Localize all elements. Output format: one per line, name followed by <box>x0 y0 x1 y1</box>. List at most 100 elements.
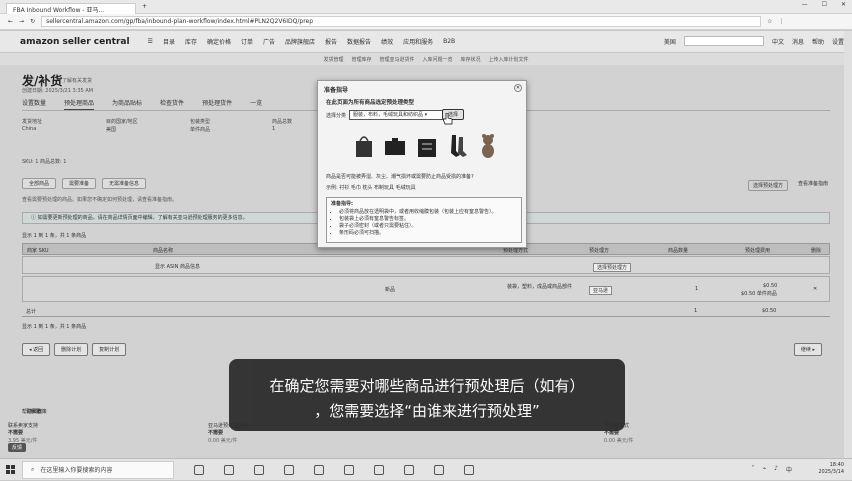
edge-icon[interactable] <box>224 464 234 475</box>
chevron-up-icon[interactable]: ˄ <box>752 465 755 474</box>
col-sku[interactable]: 商家 SKU <box>27 247 49 254</box>
subnav-amazon-shipments[interactable]: 管理亚马逊货件 <box>379 56 414 63</box>
nav-item-apps[interactable]: 应用和服务 <box>403 37 433 46</box>
asin-link[interactable]: 显示 ASIN 商品信息 <box>155 263 200 270</box>
col-prep-type: 预处理方式 <box>503 248 529 254</box>
menu-icon[interactable]: ⋮ <box>778 18 784 25</box>
row-prep-type: 装袋，塑料，成品或商品部件 <box>507 284 573 290</box>
delete-row-icon[interactable]: ✕ <box>813 286 817 292</box>
tote-bag-icon <box>356 136 372 157</box>
ship-from-value: China <box>22 126 37 132</box>
col-fee: 预处理费用 <box>745 248 771 254</box>
teddy-bear-icon <box>482 134 494 158</box>
clock[interactable]: 18:40 2025/3/14 <box>818 462 844 476</box>
filter-no-prep-info[interactable]: 无需准备信息 <box>102 178 147 189</box>
language-selector[interactable]: 中文 <box>772 37 784 46</box>
nav-item-performance[interactable]: 绩效 <box>381 37 393 46</box>
network-icon[interactable]: ⌁ <box>763 465 767 474</box>
table-row: 显示 ASIN 商品信息 选择预处理方 <box>22 256 830 274</box>
modal-subtitle: 在此页面为所有商品选定预处理类型 <box>326 100 415 106</box>
menu-hamburger-icon[interactable]: ☰ <box>148 38 153 45</box>
total-value: 1 <box>272 126 276 132</box>
row-qty: 1 <box>695 286 699 292</box>
chevron-down-icon: ▾ <box>424 112 428 118</box>
page-scrollbar[interactable] <box>844 31 852 458</box>
row-prep-by-select[interactable]: 亚马逊 <box>589 286 613 295</box>
video-subtitle: 在确定您需要对哪些商品进行预处理后（如有） ，您需要选择“由谁来进行预处理” <box>229 359 625 431</box>
subnav-inbound-problems[interactable]: 入库问题一览 <box>423 56 453 63</box>
forward-icon[interactable]: → <box>19 18 24 25</box>
url-field[interactable]: sellercentral.amazon.com/gp/fba/inbound-… <box>41 16 762 27</box>
footer-link-terms[interactable]: 条款 <box>30 408 40 415</box>
feedback-badge[interactable]: 反馈 <box>8 443 27 452</box>
total-qty: 1 <box>694 308 698 314</box>
nav-item-data-reports[interactable]: 数据报告 <box>347 37 371 46</box>
app-icon[interactable] <box>374 464 384 475</box>
windows-start-icon[interactable] <box>0 459 22 481</box>
filter-all[interactable]: 全部商品 <box>22 178 57 189</box>
delete-plan-button[interactable]: 删除计划 <box>54 343 89 356</box>
choose-prep-owner-button[interactable]: 选择预处理方 <box>747 180 788 191</box>
maximize-icon[interactable]: ☐ <box>822 1 827 8</box>
new-tab-icon[interactable]: + <box>142 3 147 10</box>
store-selector[interactable]: 美国 <box>664 37 676 46</box>
close-icon[interactable]: ✕ <box>841 1 846 8</box>
volume-icon[interactable]: ♪ <box>774 465 778 474</box>
nav-item-orders[interactable]: 订单 <box>241 37 253 46</box>
total-row: 总计 1 $0.50 <box>22 305 830 317</box>
chrome-icon[interactable] <box>344 464 354 475</box>
taskbar-search[interactable]: ⌕ 在这里输入你要搜索的内容 <box>22 460 174 479</box>
nav-item-catalog[interactable]: 目录 <box>163 37 175 46</box>
nav-item-stores[interactable]: 品牌旗舰店 <box>285 37 315 46</box>
nav-item-advertising[interactable]: 广告 <box>263 37 275 46</box>
nav-item-reports[interactable]: 报告 <box>325 37 337 46</box>
total-label: 总计 <box>26 309 37 315</box>
window-controls: — ☐ ✕ <box>802 1 846 8</box>
modal-close-icon[interactable]: ✕ <box>514 84 522 92</box>
messages-link[interactable]: 消息 <box>792 37 804 46</box>
dest-label: 目的国家/地区 <box>106 119 138 125</box>
nav-item-inventory[interactable]: 库存 <box>185 37 197 46</box>
right-actions: 选择预处理方 查看准备指南 <box>747 180 828 191</box>
col-prep-by: 预处理方 <box>589 248 610 254</box>
reload-icon[interactable]: ↻ <box>30 18 35 25</box>
file-explorer-icon[interactable] <box>254 464 264 475</box>
item-count-bottom: 显示 1 到 1 条，共 1 条商品 <box>22 324 87 330</box>
taskbar-search-placeholder: 在这里输入你要搜索的内容 <box>40 467 113 474</box>
ime-icon[interactable]: 中 <box>786 465 792 474</box>
app-icon[interactable] <box>434 464 444 475</box>
col-title[interactable]: 商品名称 <box>153 247 173 254</box>
item-count: 显示 1 到 1 条，共 1 条商品 <box>22 233 87 239</box>
subnav-inventory-health[interactable]: 库存状况 <box>461 56 481 63</box>
prep-guide-link[interactable]: 查看准备指南 <box>798 180 828 191</box>
app-icon[interactable] <box>404 464 414 475</box>
subnav-upload-plan[interactable]: 上传入库计划文件 <box>489 56 529 63</box>
app-icon[interactable] <box>464 464 474 475</box>
settings-link[interactable]: 设置 <box>832 37 844 46</box>
footer-links: 帮助页面 隐私政策 条款 <box>22 408 47 415</box>
nav-item-b2b[interactable]: B2B <box>443 38 455 45</box>
browser-tab[interactable]: FBA Inbound Workflow - 亚马... <box>6 2 136 14</box>
hand-cursor-icon <box>443 113 453 125</box>
continue-button[interactable]: 继续 ▸ <box>793 343 822 356</box>
filter-needs-prep[interactable]: 需要准备 <box>62 178 97 189</box>
subnav-shipments[interactable]: 发货管理 <box>323 56 343 63</box>
amazon-logo[interactable]: amazon seller central <box>20 37 130 47</box>
category-select[interactable]: 服装，布料，毛绒玩具和纺织品 ▾ <box>349 110 457 120</box>
nav-item-pricing[interactable]: 确定价格 <box>207 37 231 46</box>
subnav-manage-inventory[interactable]: 管理库存 <box>351 56 371 63</box>
info-line: 查看需要预处理的商品。如果您不确定如何预处理，请查看准备指南。 <box>22 197 178 203</box>
back-icon[interactable]: ← <box>8 18 13 25</box>
task-view-icon[interactable] <box>194 464 204 475</box>
back-button[interactable]: ◂ 返回 <box>22 343 51 356</box>
copy-plan-button[interactable]: 复制计划 <box>92 343 127 356</box>
star-icon[interactable]: ☆ <box>767 18 772 25</box>
mail-icon[interactable] <box>314 464 324 475</box>
plan-name-link[interactable]: 了解有关发货 <box>62 77 92 84</box>
nav-search-input[interactable] <box>683 36 764 46</box>
prep-owner-select[interactable]: 选择预处理方 <box>593 263 632 272</box>
subtitle-line-2: ，您需要选择“由谁来进行预处理” <box>314 402 540 420</box>
help-link[interactable]: 帮助 <box>812 37 824 46</box>
minimize-icon[interactable]: — <box>802 1 808 8</box>
store-icon[interactable] <box>284 464 294 475</box>
